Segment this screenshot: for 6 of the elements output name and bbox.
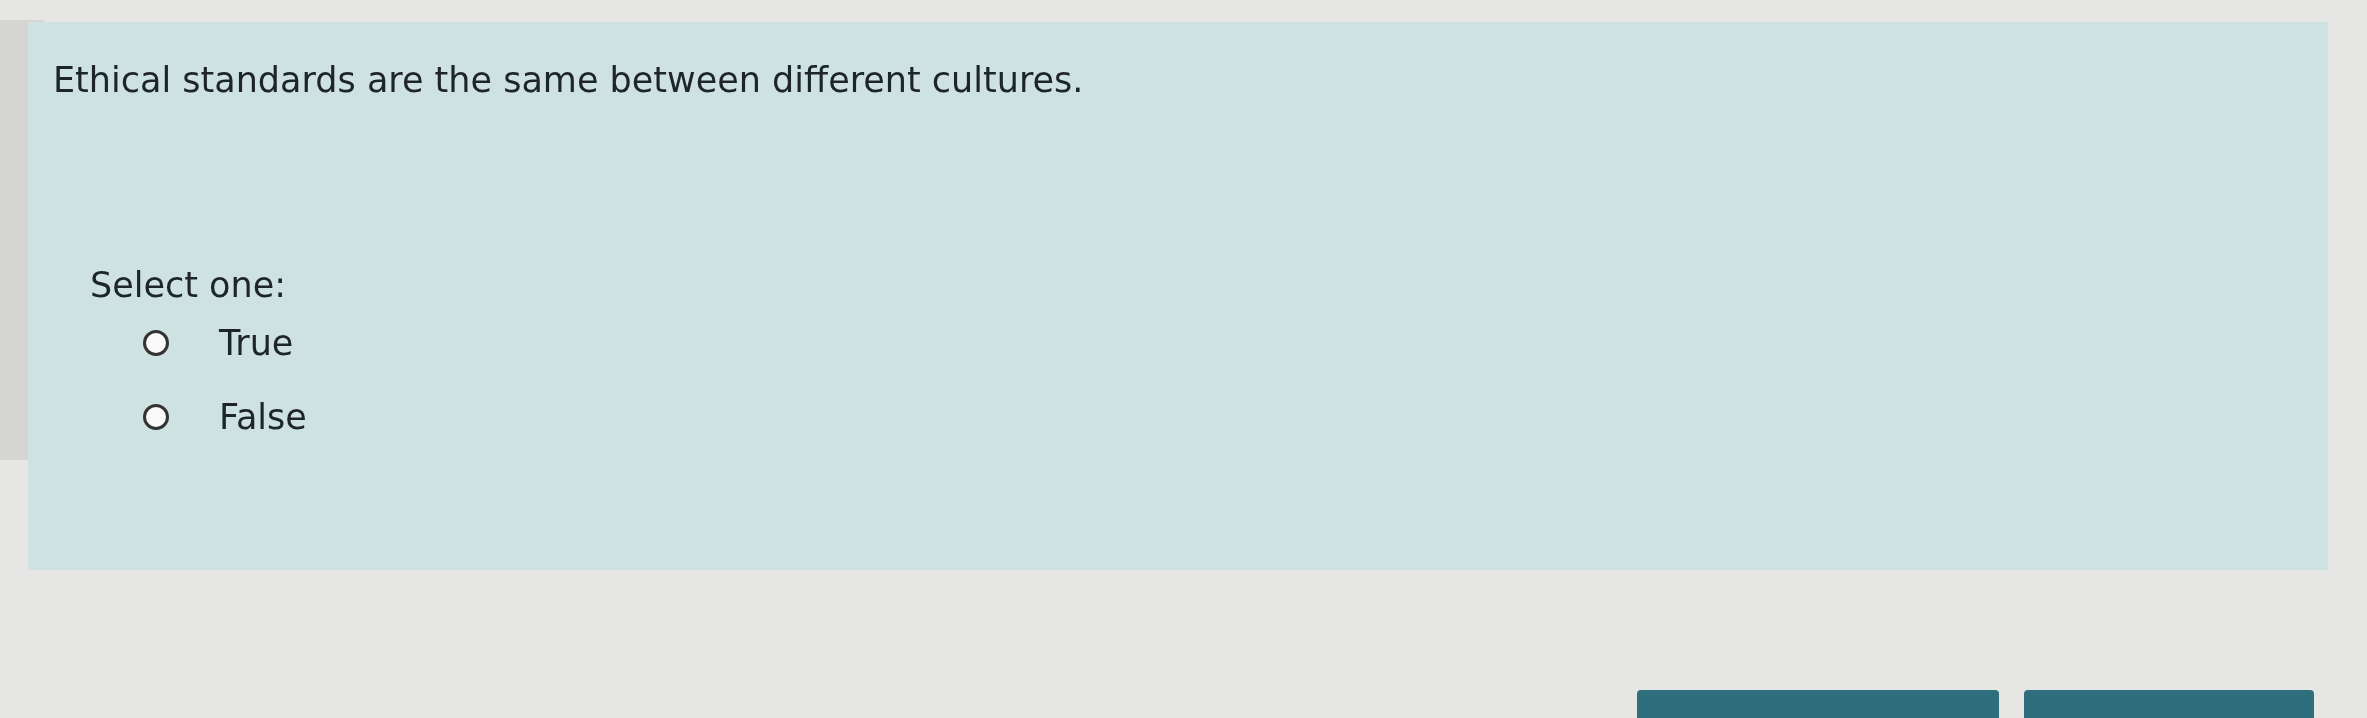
prompt-text: Select one:	[90, 265, 288, 305]
option-label[interactable]: True	[219, 323, 294, 363]
option-label[interactable]: False	[219, 397, 307, 437]
radio-button[interactable]	[143, 330, 169, 356]
radio-button[interactable]	[143, 404, 169, 430]
question-text: Ethical standards are the same between different cultures.	[53, 60, 1085, 100]
